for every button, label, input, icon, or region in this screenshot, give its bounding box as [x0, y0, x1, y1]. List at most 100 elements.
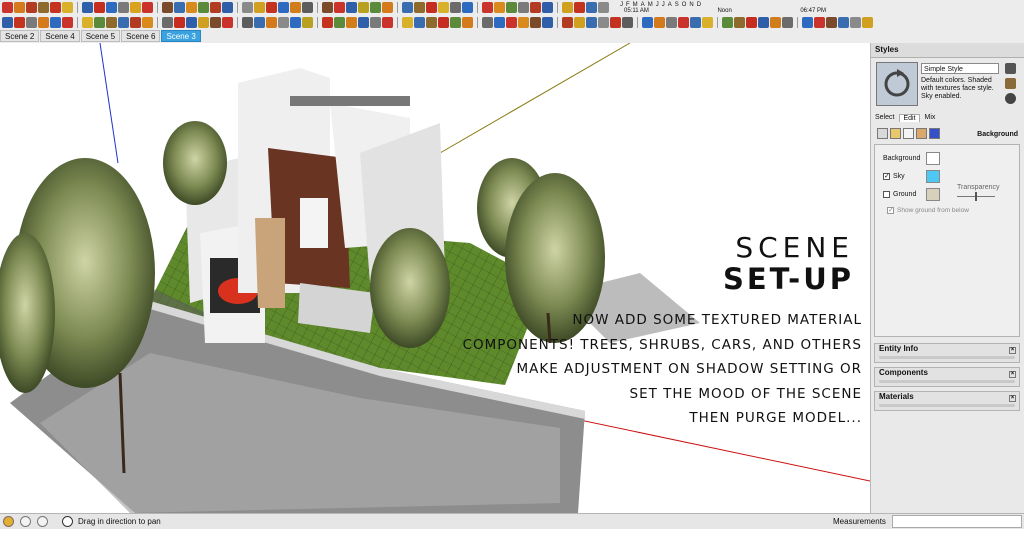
- styles-tab-mix[interactable]: Mix: [925, 114, 936, 122]
- toolbar-tool-icon[interactable]: [654, 16, 665, 28]
- toolbar-tool-icon[interactable]: [506, 16, 517, 28]
- ground-color-swatch[interactable]: [926, 188, 940, 201]
- toolbar-tool-icon[interactable]: [838, 16, 849, 28]
- style-name-field[interactable]: Simple Style: [921, 63, 999, 74]
- sky-checkbox[interactable]: ✓: [883, 173, 890, 180]
- toolbar-tool-icon[interactable]: [302, 16, 313, 28]
- toolbar-tool-icon[interactable]: [118, 1, 129, 13]
- toolbar-tool-icon[interactable]: [462, 16, 473, 28]
- toolbar-tool-icon[interactable]: [50, 1, 61, 13]
- toolbar-tool-icon[interactable]: [162, 16, 173, 28]
- toolbar-tool-icon[interactable]: [50, 16, 61, 28]
- toolbar-tool-icon[interactable]: [242, 16, 253, 28]
- toolbar-tool-icon[interactable]: [106, 16, 117, 28]
- close-icon[interactable]: ×: [1009, 371, 1016, 378]
- toolbar-tool-icon[interactable]: [210, 16, 221, 28]
- toolbar-tool-icon[interactable]: [770, 16, 781, 28]
- toolbar-tool-icon[interactable]: [414, 1, 425, 13]
- close-icon[interactable]: ×: [1009, 347, 1016, 354]
- toolbar-tool-icon[interactable]: [278, 1, 289, 13]
- toolbar-tool-icon[interactable]: [586, 1, 597, 13]
- toolbar-tool-icon[interactable]: [198, 1, 209, 13]
- toolbar-tool-icon[interactable]: [302, 1, 313, 13]
- toolbar-tool-icon[interactable]: [734, 16, 745, 28]
- toolbar-tool-icon[interactable]: [542, 1, 553, 13]
- toolbar-tool-icon[interactable]: [242, 1, 253, 13]
- toolbar-tool-icon[interactable]: [426, 1, 437, 13]
- toolbar-tool-icon[interactable]: [118, 16, 129, 28]
- toolbar-tool-icon[interactable]: [198, 16, 209, 28]
- toolbar-tool-icon[interactable]: [334, 16, 345, 28]
- toolbar-tool-icon[interactable]: [254, 16, 265, 28]
- update-style-icon[interactable]: [1005, 93, 1016, 104]
- toolbar-tool-icon[interactable]: [174, 16, 185, 28]
- toolbar-tool-icon[interactable]: [802, 16, 813, 28]
- toolbar-tool-icon[interactable]: [622, 16, 633, 28]
- toolbar-tool-icon[interactable]: [370, 1, 381, 13]
- style-thumbnail[interactable]: [876, 62, 918, 106]
- toolbar-tool-icon[interactable]: [290, 16, 301, 28]
- toolbar-tool-icon[interactable]: [402, 16, 413, 28]
- modeling-settings-icon[interactable]: [929, 128, 940, 139]
- toolbar-tool-icon[interactable]: [746, 16, 757, 28]
- toolbar-tool-icon[interactable]: [574, 1, 585, 13]
- toolbar-tool-icon[interactable]: [334, 1, 345, 13]
- toolbar-tool-icon[interactable]: [426, 16, 437, 28]
- toolbar-tool-icon[interactable]: [322, 1, 333, 13]
- toolbar-tool-icon[interactable]: [278, 16, 289, 28]
- toolbar-tool-icon[interactable]: [814, 16, 825, 28]
- show-ground-checkbox[interactable]: ✓: [887, 207, 894, 214]
- sky-color-swatch[interactable]: [926, 170, 940, 183]
- toolbar-tool-icon[interactable]: [266, 16, 277, 28]
- toolbar-tool-icon[interactable]: [598, 1, 609, 13]
- geo-location-icon[interactable]: [3, 516, 14, 527]
- details-icon[interactable]: [1005, 63, 1016, 74]
- toolbar-tool-icon[interactable]: [438, 1, 449, 13]
- toolbar-tool-icon[interactable]: [506, 1, 517, 13]
- toolbar-tool-icon[interactable]: [210, 1, 221, 13]
- toolbar-tool-icon[interactable]: [666, 16, 677, 28]
- close-icon[interactable]: ×: [1009, 395, 1016, 402]
- toolbar-tool-icon[interactable]: [290, 1, 301, 13]
- toolbar-tool-icon[interactable]: [530, 16, 541, 28]
- toolbar-tool-icon[interactable]: [782, 16, 793, 28]
- shadow-settings-toolbar[interactable]: JFMAMJJASOND 05:11 AM Noon 06:47 PM: [620, 0, 830, 15]
- toolbar-tool-icon[interactable]: [414, 16, 425, 28]
- background-color-swatch[interactable]: [926, 152, 940, 165]
- toolbar-tool-icon[interactable]: [266, 1, 277, 13]
- toolbar-tool-icon[interactable]: [346, 16, 357, 28]
- toolbar-tool-icon[interactable]: [106, 1, 117, 13]
- styles-tab-edit[interactable]: Edit: [899, 114, 920, 122]
- toolbar-tool-icon[interactable]: [758, 16, 769, 28]
- toolbar-tool-icon[interactable]: [62, 1, 73, 13]
- toolbar-tool-icon[interactable]: [2, 16, 13, 28]
- toolbar-tool-icon[interactable]: [222, 16, 233, 28]
- shadow-time-slider[interactable]: 05:11 AM Noon 06:47 PM: [620, 8, 830, 14]
- toolbar-tool-icon[interactable]: [562, 1, 573, 13]
- toolbar-tool-icon[interactable]: [518, 1, 529, 13]
- scene-tab-3[interactable]: Scene 6: [121, 30, 161, 42]
- toolbar-tool-icon[interactable]: [598, 16, 609, 28]
- transparency-slider[interactable]: [957, 192, 995, 201]
- toolbar-tool-icon[interactable]: [574, 16, 585, 28]
- styles-tab-select[interactable]: Select: [875, 114, 894, 122]
- toolbar-tool-icon[interactable]: [642, 16, 653, 28]
- help-icon[interactable]: [62, 516, 73, 527]
- edge-settings-icon[interactable]: [877, 128, 888, 139]
- toolbar-tool-icon[interactable]: [26, 1, 37, 13]
- toolbar-tool-icon[interactable]: [2, 1, 13, 13]
- toolbar-tool-icon[interactable]: [222, 1, 233, 13]
- scene-tab-2[interactable]: Scene 5: [80, 30, 121, 42]
- ground-checkbox[interactable]: [883, 191, 890, 198]
- toolbar-tool-icon[interactable]: [254, 1, 265, 13]
- toolbar-tool-icon[interactable]: [370, 16, 381, 28]
- toolbar-tool-icon[interactable]: [38, 1, 49, 13]
- toolbar-tool-icon[interactable]: [482, 16, 493, 28]
- toolbar-tool-icon[interactable]: [450, 1, 461, 13]
- toolbar-tool-icon[interactable]: [562, 16, 573, 28]
- watermark-settings-icon[interactable]: [916, 128, 927, 139]
- toolbar-tool-icon[interactable]: [82, 1, 93, 13]
- collapsed-panel-components[interactable]: Components ×: [874, 367, 1020, 387]
- toolbar-tool-icon[interactable]: [130, 16, 141, 28]
- toolbar-tool-icon[interactable]: [862, 16, 873, 28]
